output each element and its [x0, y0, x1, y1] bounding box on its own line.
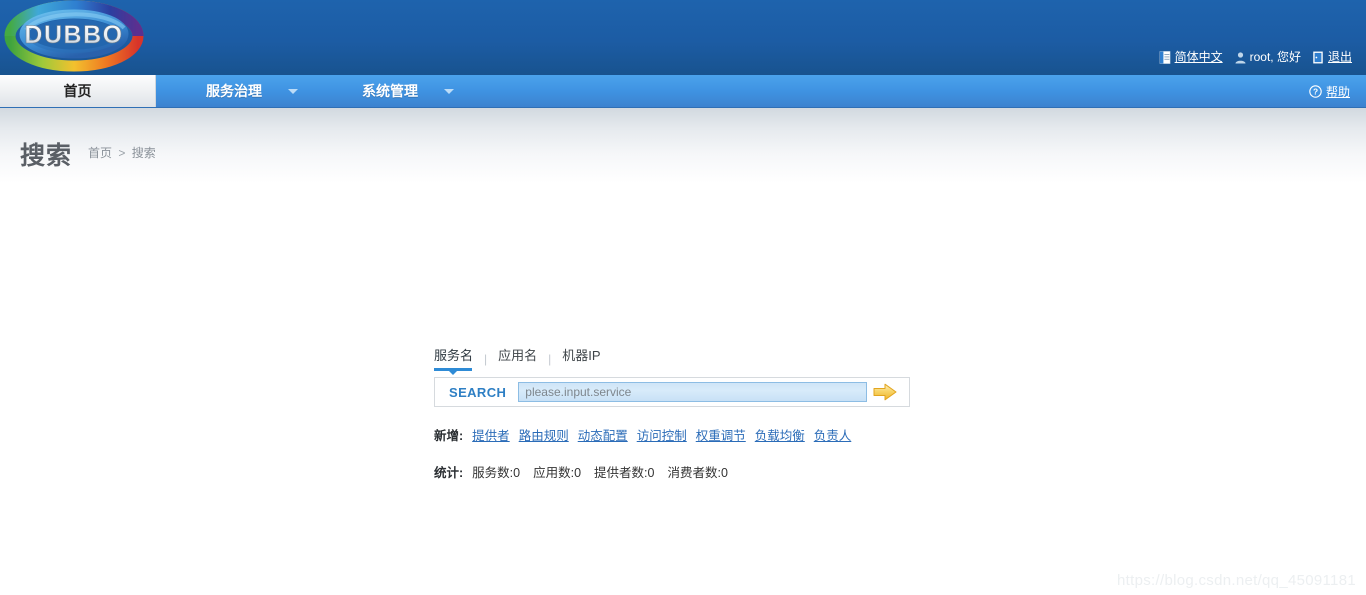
- create-link-load-balance[interactable]: 负载均衡: [755, 425, 805, 444]
- stat-application-count: 应用数:0: [533, 466, 582, 480]
- language-page-icon: [1159, 50, 1170, 64]
- watermark: https://blog.csdn.net/qq_45091181: [1117, 572, 1356, 589]
- search-submit-button[interactable]: [867, 379, 903, 405]
- nav-help[interactable]: ? 帮助: [1309, 75, 1350, 107]
- breadcrumb-home[interactable]: 首页: [88, 146, 112, 160]
- nav-tab-system-management[interactable]: 系统管理: [312, 75, 468, 107]
- breadcrumb: 首页 > 搜索: [88, 144, 156, 161]
- logout-label[interactable]: 退出: [1328, 50, 1352, 64]
- question-circle-icon: ?: [1309, 84, 1322, 98]
- search-input[interactable]: [518, 382, 867, 402]
- active-tab-indicator: [434, 368, 472, 375]
- create-label: 新增:: [434, 429, 464, 443]
- site-header: DUBBO 简体中文 root, 您好 退出: [0, 0, 1366, 75]
- create-link-access-control[interactable]: 访问控制: [637, 425, 687, 444]
- nav-home-label: 首页: [63, 83, 92, 99]
- language-switch[interactable]: 简体中文: [1159, 50, 1223, 64]
- breadcrumb-separator: >: [118, 146, 126, 160]
- nav-help-label[interactable]: 帮助: [1326, 83, 1350, 100]
- nav-tab-home[interactable]: 首页: [0, 75, 156, 107]
- user-icon: [1235, 51, 1246, 63]
- tab-application-name[interactable]: 应用名: [498, 345, 537, 366]
- create-link-weight-adjust[interactable]: 权重调节: [696, 425, 746, 444]
- nav-service-governance-label: 服务治理: [206, 83, 262, 99]
- tab-machine-ip-label: 机器IP: [562, 348, 601, 363]
- dubbo-logo[interactable]: DUBBO: [0, 0, 148, 72]
- language-label[interactable]: 简体中文: [1175, 50, 1223, 64]
- tab-application-name-label: 应用名: [498, 348, 538, 363]
- main-navbar: 首页 服务治理 系统管理 ? 帮助: [0, 75, 1366, 108]
- logout-action[interactable]: 退出: [1312, 50, 1352, 64]
- tab-service-name[interactable]: 服务名: [434, 345, 474, 375]
- nav-tab-service-governance[interactable]: 服务治理: [156, 75, 312, 107]
- main-content: 服务名 | 应用名 | 机器IP SEARCH please.input.ser…: [0, 183, 1366, 595]
- search-box: SEARCH: [434, 377, 910, 407]
- search-type-tabs: 服务名 | 应用名 | 机器IP: [434, 344, 914, 375]
- stats-row: 统计: 服务数:0 应用数:0 提供者数:0 消费者数:0: [434, 462, 914, 481]
- tab-machine-ip[interactable]: 机器IP: [562, 345, 600, 366]
- dubbo-ring-logo: DUBBO: [4, 0, 144, 72]
- tab-separator-1: |: [484, 352, 488, 366]
- header-user-bar: 简体中文 root, 您好 退出: [1159, 50, 1352, 64]
- breadcrumb-current: 搜索: [131, 146, 156, 160]
- create-link-owner[interactable]: 负责人: [814, 425, 852, 444]
- create-link-dynamic-config[interactable]: 动态配置: [578, 425, 628, 444]
- svg-text:?: ?: [1313, 86, 1318, 96]
- tab-service-name-label: 服务名: [434, 348, 474, 363]
- svg-text:DUBBO: DUBBO: [24, 21, 123, 49]
- stat-consumer-count: 消费者数:0: [667, 466, 728, 480]
- search-button-label[interactable]: SEARCH: [435, 385, 518, 400]
- page-title: 搜索: [20, 142, 73, 170]
- logout-door-icon: [1313, 51, 1323, 63]
- tab-separator-2: |: [548, 352, 552, 366]
- greeting-label: root, 您好: [1249, 50, 1301, 64]
- chevron-down-icon: [444, 89, 454, 94]
- stat-service-count: 服务数:0: [472, 466, 521, 480]
- search-panel: 服务名 | 应用名 | 机器IP SEARCH please.input.ser…: [434, 344, 914, 481]
- stats-label: 统计:: [434, 466, 464, 480]
- chevron-down-icon: [288, 89, 298, 94]
- yellow-arrow-right-icon: [873, 383, 897, 401]
- nav-system-management-label: 系统管理: [362, 83, 418, 99]
- page-title-band: 搜索 首页 > 搜索: [0, 108, 1366, 183]
- create-links-row: 新增: 提供者 路由规则 动态配置 访问控制 权重调节 负载均衡 负责人: [434, 425, 914, 444]
- stat-provider-count: 提供者数:0: [594, 466, 655, 480]
- create-link-routing-rule[interactable]: 路由规则: [519, 425, 569, 444]
- create-link-provider[interactable]: 提供者: [472, 425, 510, 444]
- user-greeting: root, 您好: [1234, 50, 1301, 64]
